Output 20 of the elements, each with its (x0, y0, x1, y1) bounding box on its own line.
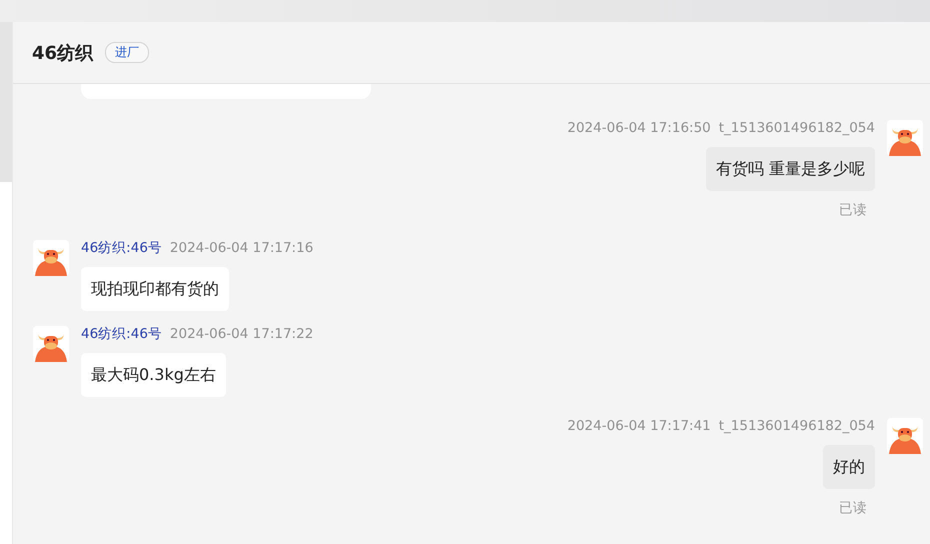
read-status: 已读 (839, 201, 867, 219)
message-bubble: 现拍现印都有货的 (81, 267, 229, 311)
message-bubble: 有货吗 重量是多少呢 (706, 147, 875, 191)
avatar-icon (887, 418, 923, 454)
sender-name: 46纺织:46号 (81, 325, 162, 343)
message-time: 2024-06-04 17:16:50 (567, 119, 711, 137)
message-time: 2024-06-04 17:17:41 (567, 417, 711, 435)
avatar-icon (887, 120, 923, 156)
status-tag: 进厂 (105, 42, 150, 63)
read-status: 已读 (839, 499, 867, 517)
avatar-icon (33, 240, 69, 276)
sender-name: t_1513601496182_054 (718, 417, 875, 435)
message-time: 2024-06-04 17:17:22 (170, 325, 314, 343)
avatar-icon (33, 326, 69, 362)
message-bubble: 最大码0.3kg左右 (81, 353, 226, 397)
chat-title: 46纺织 (32, 42, 94, 64)
sender-name: t_1513601496182_054 (718, 119, 875, 137)
sender-name: 46纺织:46号 (81, 239, 162, 257)
message-bubble: 好的 (823, 445, 875, 489)
message-time: 2024-06-04 17:17:16 (170, 239, 314, 257)
